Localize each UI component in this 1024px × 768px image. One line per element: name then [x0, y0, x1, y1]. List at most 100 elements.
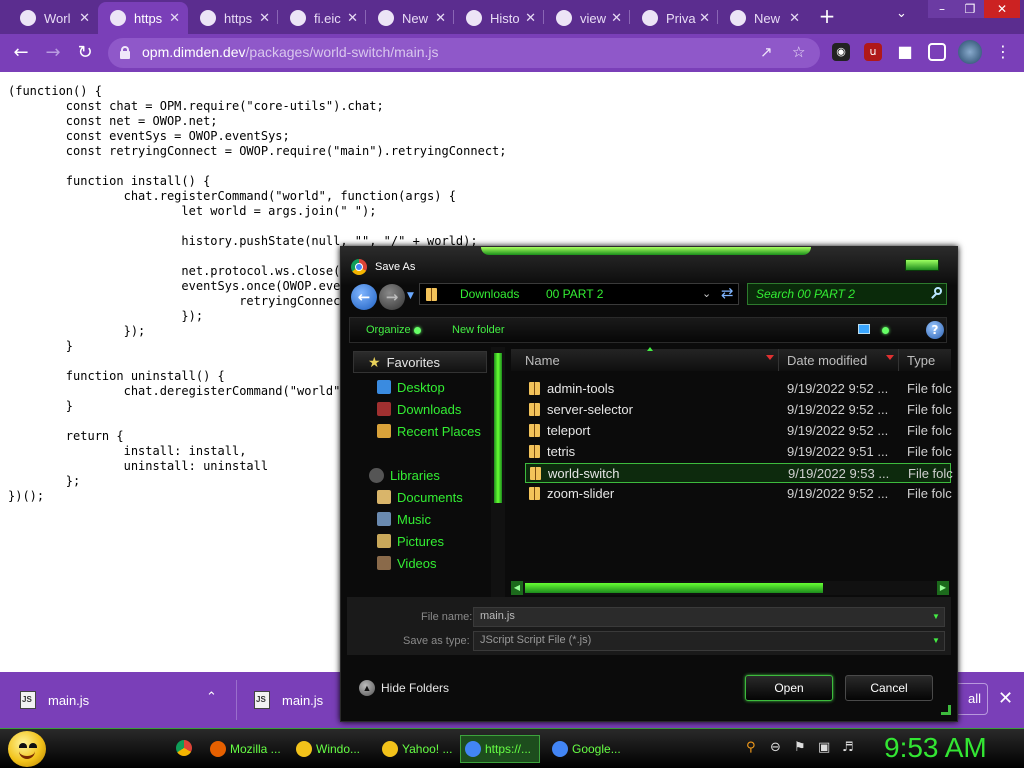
search-icon[interactable]: [930, 287, 944, 301]
tab-6[interactable]: history-iconHisto✕: [454, 2, 544, 34]
restore-button[interactable]: ❐: [956, 0, 984, 18]
breadcrumb-downloads[interactable]: Downloads: [460, 287, 519, 301]
taskbar-task-2[interactable]: Windo...: [292, 735, 372, 763]
tab-close-icon[interactable]: ✕: [435, 10, 446, 26]
new-folder-button[interactable]: New folder: [452, 324, 505, 336]
column-header-name[interactable]: Name: [511, 349, 779, 371]
lock-icon[interactable]: [120, 46, 130, 59]
extensions-puzzle-icon[interactable]: ■: [896, 43, 914, 61]
nav-pane-scrollbar[interactable]: [491, 347, 505, 597]
tab-8[interactable]: chrome-iconPrivacy e✕: [630, 2, 718, 34]
volume-tray-icon[interactable]: ♬: [842, 740, 854, 755]
nav-pictures[interactable]: Pictures: [377, 531, 444, 551]
column-header-type[interactable]: Type: [899, 349, 951, 371]
tab-close-icon[interactable]: ✕: [259, 10, 270, 26]
save-as-type-select[interactable]: JScript Script File (*.js) ▼: [473, 631, 945, 651]
tab-close-icon[interactable]: ✕: [789, 10, 800, 26]
forward-arrow-icon[interactable]: →: [40, 40, 66, 66]
view-icon[interactable]: [858, 324, 870, 334]
reload-icon[interactable]: ↻: [72, 40, 98, 66]
file-row[interactable]: world-switch 9/19/2022 9:53 ... File folc: [525, 463, 953, 483]
chevron-down-icon[interactable]: ▼: [930, 634, 942, 648]
recent-locations-dropdown-icon[interactable]: ▼: [407, 291, 414, 301]
back-arrow-icon[interactable]: ←: [8, 40, 34, 66]
minimize-button[interactable]: –: [928, 0, 956, 18]
tab-close-icon[interactable]: ✕: [699, 10, 710, 26]
file-list-horizontal-scrollbar[interactable]: ◀ ▶: [511, 581, 949, 595]
organize-dropdown-icon[interactable]: [414, 327, 421, 334]
network-tray-icon[interactable]: ▣: [818, 740, 830, 755]
file-row[interactable]: tetris 9/19/2022 9:51 ... File folc: [525, 442, 952, 462]
tab-1[interactable]: chrome-iconWorl✕: [8, 2, 98, 34]
start-orb-smiley-icon[interactable]: [8, 731, 46, 767]
search-tray-icon[interactable]: ⚲: [746, 740, 756, 755]
search-box[interactable]: [747, 283, 947, 305]
breadcrumb-00-part-2[interactable]: 00 PART 2: [546, 287, 603, 301]
nav-libraries[interactable]: Libraries: [369, 465, 440, 485]
menu-kebab-icon[interactable]: ⋮: [994, 43, 1012, 61]
download-item-2[interactable]: main.js: [254, 672, 323, 728]
extension-icon-dark[interactable]: ◉: [832, 43, 850, 61]
tab-close-icon[interactable]: ✕: [611, 10, 622, 26]
column-header-date[interactable]: Date modified: [779, 349, 899, 371]
profile-avatar[interactable]: [958, 40, 982, 64]
forward-icon[interactable]: →: [379, 284, 405, 310]
taskbar-task-3[interactable]: Yahoo! ...: [378, 735, 454, 763]
download-item-1[interactable]: main.js: [20, 672, 89, 728]
file-row[interactable]: zoom-slider 9/19/2022 9:52 ... File folc: [525, 484, 952, 504]
minus-tray-icon[interactable]: ⊖: [770, 740, 781, 755]
resize-grip-icon[interactable]: [941, 705, 951, 715]
tab-close-icon[interactable]: ✕: [347, 10, 358, 26]
nav-recent-places[interactable]: Recent Places: [377, 421, 481, 441]
tab-close-icon[interactable]: ✕: [169, 10, 180, 26]
taskbar-task-4[interactable]: https://...: [460, 735, 540, 763]
chevron-down-icon[interactable]: ▼: [930, 610, 942, 624]
tab-7[interactable]: chrome-iconview✕: [544, 2, 630, 34]
nav-documents[interactable]: Documents: [377, 487, 463, 507]
tab-9[interactable]: chrome-iconNew✕: [718, 2, 808, 34]
taskbar-task-1[interactable]: Mozilla ...: [206, 735, 286, 763]
taskbar-clock[interactable]: 9:53 AM: [884, 732, 987, 764]
search-input[interactable]: [756, 287, 926, 301]
tab-2[interactable]: chrome-iconhttps✕: [98, 2, 188, 34]
organize-button[interactable]: Organize: [366, 324, 411, 336]
back-icon[interactable]: ←: [351, 284, 377, 310]
tab-close-icon[interactable]: ✕: [525, 10, 536, 26]
help-icon[interactable]: ?: [926, 321, 944, 339]
location-bar[interactable]: Downloads 00 PART 2 ⌄: [419, 283, 739, 305]
file-row[interactable]: admin-tools 9/19/2022 9:52 ... File folc: [525, 379, 952, 399]
favorites-header[interactable]: ★ Favorites: [353, 351, 487, 373]
tab-3[interactable]: chrome-iconhttps✕: [188, 2, 278, 34]
close-download-bar-icon[interactable]: ✕: [998, 688, 1013, 709]
address-bar[interactable]: opm.dimden.dev/packages/world-switch/mai…: [108, 38, 820, 68]
file-row[interactable]: server-selector 9/19/2022 9:52 ... File fo…: [525, 400, 952, 420]
tab-5[interactable]: chrome-iconNew✕: [366, 2, 454, 34]
nav-videos[interactable]: Videos: [377, 553, 437, 573]
new-tab-button[interactable]: +: [816, 5, 838, 27]
side-panel-icon[interactable]: [928, 43, 946, 61]
chevron-down-icon[interactable]: ⌄: [702, 287, 711, 300]
tab-close-icon[interactable]: ✕: [79, 10, 90, 26]
share-icon[interactable]: ↗: [760, 43, 773, 61]
file-row[interactable]: teleport 9/19/2022 9:52 ... File folc: [525, 421, 952, 441]
taskbar-task-5[interactable]: Google...: [548, 735, 628, 763]
file-name-input[interactable]: main.js ▼: [473, 607, 945, 627]
hide-folders-button[interactable]: ▲ Hide Folders: [359, 680, 449, 696]
ublock-icon[interactable]: u: [864, 43, 882, 61]
flag-tray-icon[interactable]: ⚑: [794, 740, 806, 755]
nav-desktop[interactable]: Desktop: [377, 377, 445, 397]
nav-music[interactable]: Music: [377, 509, 431, 529]
tab-4[interactable]: google-iconfi.eic✕: [278, 2, 366, 34]
dialog-close-button[interactable]: [905, 259, 939, 271]
window-close-button[interactable]: ✕: [984, 0, 1020, 18]
download-menu-chevron-icon[interactable]: ⌃: [206, 690, 217, 705]
open-button[interactable]: Open: [745, 675, 833, 701]
chrome-taskbar-icon[interactable]: [176, 740, 192, 756]
view-options-dropdown-icon[interactable]: [882, 327, 889, 334]
refresh-icon[interactable]: ⇄: [721, 284, 739, 304]
cancel-button[interactable]: Cancel: [845, 675, 933, 701]
nav-downloads[interactable]: Downloads: [377, 399, 461, 419]
dialog-titlebar[interactable]: Save As: [341, 247, 957, 285]
tab-search-icon[interactable]: ⌄: [896, 6, 907, 21]
bookmark-star-icon[interactable]: ☆: [792, 43, 805, 61]
